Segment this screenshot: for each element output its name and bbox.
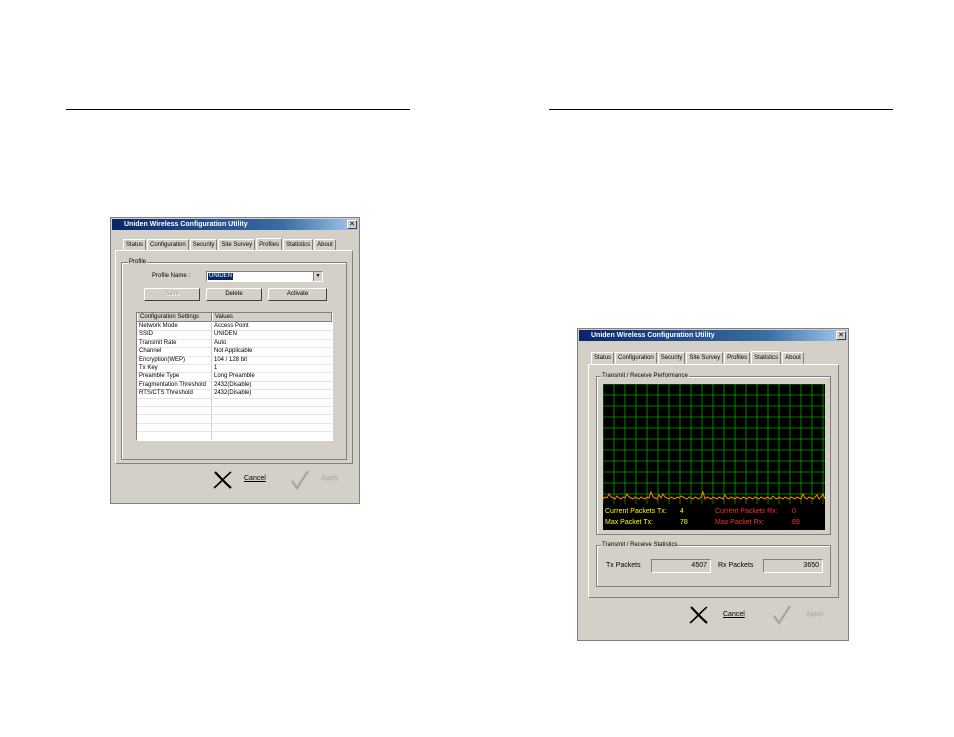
title-bar: Uniden Wireless Configuration Utility ✕ — [579, 330, 847, 341]
apply-check-icon[interactable] — [290, 469, 310, 491]
performance-group: Transmit / Receive Performance Current P… — [596, 373, 831, 535]
setting-name-cell: Preamble Type — [139, 373, 180, 380]
table-row[interactable] — [137, 431, 332, 440]
traffic-graph: Current Packets Tx: 4 Current Packets Rx… — [603, 384, 825, 530]
statistics-group-label: Transmit / Receive Statistics — [601, 542, 679, 549]
tab-panel: Profile Profile Name : UNIDEN ▼ Save Del… — [115, 250, 353, 464]
title-bar: Uniden Wireless Configuration Utility ✕ — [112, 219, 358, 230]
performance-group-label: Transmit / Receive Performance — [601, 373, 689, 380]
cancel-label[interactable]: Cancel — [723, 611, 745, 618]
tx-packets-field: 4507 — [651, 559, 711, 573]
setting-name-cell: Network Mode — [139, 323, 178, 329]
rx-packets-value: 3650 — [803, 562, 819, 569]
apply-check-icon[interactable] — [772, 604, 792, 626]
current-rx-value: 0 — [792, 508, 796, 515]
max-rx-value: 69 — [792, 519, 800, 526]
tab-panel: Transmit / Receive Performance Current P… — [588, 364, 839, 598]
setting-name-cell: Transmit Rate — [139, 339, 177, 346]
window-title: Uniden Wireless Configuration Utility — [124, 221, 248, 228]
activate-button[interactable]: Activate — [268, 288, 327, 301]
setting-value-cell: 1 — [214, 365, 218, 371]
setting-value-cell: 2432(Disable) — [214, 381, 252, 388]
cancel-label[interactable]: Cancel — [244, 475, 266, 482]
apply-label[interactable]: Apply — [806, 611, 824, 618]
statistics-window: Uniden Wireless Configuration Utility ✕ … — [577, 328, 849, 641]
delete-button[interactable]: Delete — [206, 288, 262, 301]
tab-profiles[interactable]: Profiles — [724, 352, 751, 364]
current-tx-value: 4 — [680, 508, 684, 515]
setting-value-cell: Access Point — [214, 323, 249, 329]
setting-name-cell: Tx Key — [139, 365, 158, 371]
window-title: Uniden Wireless Configuration Utility — [591, 332, 715, 339]
left-page-rule — [66, 109, 410, 110]
tab-about[interactable]: About — [782, 352, 804, 364]
setting-value-cell: Not Applicable — [214, 348, 253, 355]
right-page-rule — [549, 109, 893, 110]
rx-packets-field: 3650 — [763, 559, 823, 573]
profile-name-combo[interactable]: UNIDEN ▼ — [206, 271, 323, 282]
delete-button-label: Delete — [225, 291, 243, 297]
setting-value-cell: 104 / 128 bit — [214, 356, 248, 363]
close-button[interactable]: ✕ — [836, 331, 846, 340]
tab-security[interactable]: Security — [657, 352, 686, 364]
setting-name-cell: Encryption(WEP) — [139, 356, 186, 363]
setting-name-cell: Fragmentation Threshold — [139, 381, 206, 388]
setting-name-cell: RTS/CTS Threshold — [139, 390, 193, 397]
column-header-values[interactable]: Values — [212, 313, 332, 321]
max-tx-label: Max Packet Tx: — [605, 519, 654, 526]
tab-strip: Status Configuration Security Site Surve… — [591, 351, 805, 364]
tab-configuration[interactable]: Configuration — [615, 352, 657, 364]
profiles-window: Uniden Wireless Configuration Utility ✕ … — [110, 217, 360, 504]
tab-statistics[interactable]: Statistics — [751, 351, 782, 364]
tx-packets-value: 4507 — [691, 562, 707, 569]
tab-site-survey[interactable]: Site Survey — [686, 352, 724, 364]
cancel-x-icon[interactable] — [688, 605, 710, 625]
setting-value-cell: Long Preamble — [214, 373, 255, 380]
cancel-x-icon[interactable] — [212, 470, 234, 490]
statistics-group: Transmit / Receive Statistics Tx Packets… — [596, 542, 831, 587]
column-header-settings[interactable]: Configuration Settings — [137, 313, 212, 321]
max-rx-label: Max Packet Rx: — [715, 519, 765, 526]
profile-name-label: Profile Name : — [152, 273, 191, 279]
activate-button-label: Activate — [286, 291, 309, 297]
setting-value-cell: UNIDEN — [214, 331, 238, 338]
close-button[interactable]: ✕ — [347, 220, 357, 229]
setting-name-cell: Channel — [139, 348, 162, 355]
profile-group-label: Profile — [128, 259, 148, 266]
current-rx-label: Current Packets Rx: — [715, 508, 778, 515]
current-tx-label: Current Packets Tx: — [605, 508, 667, 515]
save-button[interactable]: Save — [144, 288, 200, 301]
setting-value-cell: Auto — [214, 339, 227, 346]
tab-status[interactable]: Status — [591, 352, 615, 364]
setting-value-cell: 2432(Disable) — [214, 390, 252, 397]
traffic-chart — [603, 384, 825, 504]
rx-packets-label: Rx Packets — [718, 562, 754, 569]
chevron-down-icon[interactable]: ▼ — [313, 272, 322, 281]
save-button-label: Save — [165, 291, 179, 297]
profile-name-value: UNIDEN — [208, 273, 234, 280]
profile-settings-table[interactable]: Configuration Settings Values Network Mo… — [136, 312, 333, 441]
profile-group: Profile Profile Name : UNIDEN ▼ Save Del… — [121, 259, 347, 460]
table-header: Configuration Settings Values — [137, 313, 332, 322]
apply-label[interactable]: Apply — [321, 475, 339, 482]
tx-packets-label: Tx Packets — [606, 562, 641, 569]
setting-name-cell: SSID — [139, 331, 154, 338]
max-tx-value: 78 — [680, 519, 688, 526]
